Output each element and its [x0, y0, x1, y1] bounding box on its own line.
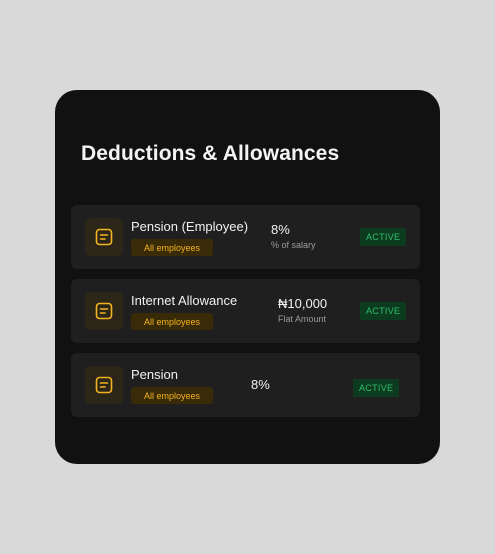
item-value: 8%: [271, 222, 290, 237]
deductions-allowances-card: Deductions & Allowances Pension (Employe…: [55, 90, 440, 464]
list-item-pension-employee[interactable]: Pension (Employee) All employees 8% % of…: [71, 205, 420, 269]
status-badge: ACTIVE: [360, 228, 407, 246]
status-badge: ACTIVE: [360, 302, 407, 320]
item-name: Internet Allowance: [131, 293, 238, 308]
page-background: Deductions & Allowances Pension (Employe…: [0, 0, 495, 554]
status-badge: ACTIVE: [353, 379, 400, 397]
item-value-caption: % of salary: [271, 240, 316, 250]
item-value: 8%: [251, 377, 270, 392]
list-item-internet-allowance[interactable]: Internet Allowance All employees ₦10,000…: [71, 279, 420, 343]
item-name: Pension (Employee): [131, 219, 249, 234]
list-item-pension[interactable]: Pension All employees 8% ACTIVE: [71, 353, 420, 417]
card-title: Deductions & Allowances: [81, 142, 340, 165]
document-icon: [85, 366, 123, 404]
document-icon: [85, 292, 123, 330]
item-value-caption: Flat Amount: [278, 314, 327, 324]
document-icon: [85, 218, 123, 256]
scope-badge: All employees: [131, 313, 213, 330]
scope-badge: All employees: [131, 387, 213, 404]
item-name: Pension: [131, 367, 178, 382]
item-value: ₦10,000: [278, 296, 328, 311]
scope-badge: All employees: [131, 239, 213, 256]
